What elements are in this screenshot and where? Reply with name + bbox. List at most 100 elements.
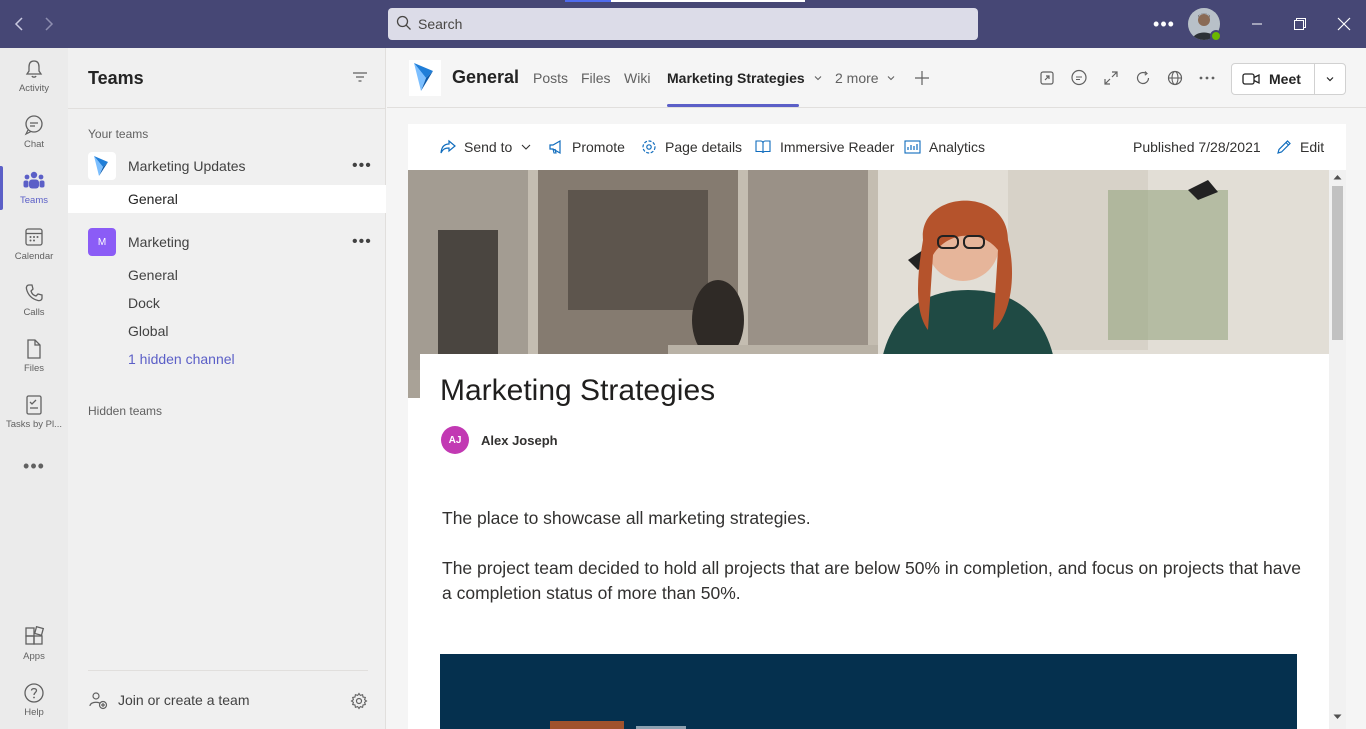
teams-panel: Teams Your teams Marketing Updates ••• G…: [68, 48, 386, 729]
join-label: Join or create a team: [118, 692, 250, 708]
rail-item-calls[interactable]: Calls: [0, 272, 68, 328]
channel-global[interactable]: Global: [68, 317, 386, 345]
search-box[interactable]: [388, 8, 978, 40]
author-name[interactable]: Alex Joseph: [481, 433, 558, 448]
banner-decoration: [550, 721, 624, 729]
scroll-up-arrow-icon[interactable]: [1333, 174, 1342, 180]
rail-label: Calls: [23, 307, 45, 318]
refresh-icon[interactable]: [1133, 68, 1153, 88]
tab-files[interactable]: Files: [581, 70, 611, 86]
file-icon: [27, 339, 41, 359]
analytics-button[interactable]: Analytics: [904, 138, 985, 156]
team-logo-icon: [88, 152, 116, 180]
channel-dock[interactable]: Dock: [68, 289, 386, 317]
analytics-chart-icon: [904, 140, 921, 154]
more-options-icon[interactable]: [1197, 68, 1217, 88]
rail-item-chat[interactable]: Chat: [0, 104, 68, 160]
close-icon[interactable]: [1332, 12, 1356, 36]
team-more-options[interactable]: •••: [352, 157, 372, 175]
your-teams-label: Your teams: [88, 127, 149, 141]
scrollbar-thumb[interactable]: [1332, 186, 1343, 340]
calendar-icon: [25, 228, 43, 246]
tab-marketing-strategies[interactable]: Marketing Strategies: [667, 70, 823, 86]
expand-icon[interactable]: [1101, 68, 1121, 88]
author-avatar[interactable]: AJ: [441, 426, 469, 454]
tab-wiki[interactable]: Wiki: [624, 70, 650, 86]
channel-general-selected[interactable]: General: [68, 185, 386, 213]
rail-item-tasks[interactable]: Tasks by Pl...: [0, 384, 68, 440]
hidden-teams-label[interactable]: Hidden teams: [88, 404, 162, 418]
channel-general[interactable]: General: [68, 261, 386, 289]
tab-posts[interactable]: Posts: [533, 70, 568, 86]
team-marketing[interactable]: M Marketing •••: [68, 226, 386, 258]
meet-button[interactable]: Meet: [1232, 64, 1315, 94]
rail-item-teams[interactable]: Teams: [0, 160, 68, 216]
search-icon: [396, 15, 418, 34]
scroll-down-arrow-icon[interactable]: [1333, 714, 1342, 720]
page-canvas: Send to Promote Page details Immersive R…: [408, 124, 1346, 729]
rail-item-help[interactable]: Help: [0, 672, 68, 728]
globe-icon[interactable]: [1165, 68, 1185, 88]
divider: [88, 670, 368, 671]
phone-icon: [25, 284, 43, 302]
more-apps-button[interactable]: •••: [0, 456, 68, 477]
megaphone-icon: [549, 139, 561, 155]
join-or-create-team-button[interactable]: Join or create a team: [88, 688, 368, 712]
cmd-label: Promote: [572, 139, 625, 155]
cmd-label: Page details: [665, 139, 743, 155]
add-tab-icon[interactable]: [914, 66, 930, 92]
rail-label: Teams: [20, 195, 48, 206]
edit-button[interactable]: Edit: [1276, 138, 1324, 156]
more-options-button[interactable]: •••: [1153, 12, 1175, 36]
rail-label: Help: [24, 707, 44, 718]
minimize-icon[interactable]: [1245, 12, 1269, 36]
forward-arrow-icon[interactable]: [36, 12, 60, 36]
cmd-label: Immersive Reader: [780, 139, 895, 155]
text-paragraph: The place to showcase all marketing stra…: [442, 508, 811, 528]
rail-label: Tasks by Pl...: [6, 419, 62, 430]
tab-label: Marketing Strategies: [667, 70, 805, 86]
title-bar: •••: [0, 0, 1366, 48]
hidden-channels-link[interactable]: 1 hidden channel: [68, 345, 386, 373]
help-icon: [24, 683, 44, 703]
gear-icon[interactable]: [350, 692, 368, 715]
send-to-button[interactable]: Send to: [440, 138, 540, 156]
maximize-icon[interactable]: [1288, 12, 1312, 36]
tab-more[interactable]: 2 more: [835, 70, 896, 86]
rail-item-activity[interactable]: Activity: [0, 48, 68, 104]
channel-name: Dock: [128, 295, 160, 311]
rail-item-calendar[interactable]: Calendar: [0, 216, 68, 272]
embedded-image-banner: [440, 654, 1297, 729]
search-input[interactable]: [418, 16, 918, 32]
promote-button[interactable]: Promote: [548, 138, 625, 156]
rail-label: Files: [23, 363, 45, 374]
teams-icon: [23, 171, 45, 189]
chevron-down-icon: [888, 76, 895, 81]
immersive-reader-icon: [755, 140, 771, 154]
page-details-button[interactable]: Page details: [641, 138, 742, 156]
channel-team-logo-icon: [409, 60, 441, 96]
filter-icon[interactable]: [352, 70, 368, 89]
meet-dropdown-button[interactable]: [1315, 64, 1345, 94]
immersive-reader-button[interactable]: Immersive Reader: [754, 138, 894, 156]
team-marketing-updates[interactable]: Marketing Updates •••: [68, 150, 386, 182]
settings-gear-icon: [642, 140, 656, 154]
text-paragraph: The project team decided to hold all pro…: [442, 558, 1301, 603]
page-scrollbar[interactable]: [1329, 170, 1346, 729]
chat-icon: [24, 115, 43, 136]
rail-item-apps[interactable]: Apps: [0, 616, 68, 672]
tasks-icon: [26, 395, 42, 415]
back-arrow-icon[interactable]: [8, 12, 32, 36]
chevron-down-icon: [1326, 77, 1334, 82]
video-camera-icon: [1242, 73, 1260, 85]
apps-icon: [25, 626, 45, 645]
conversation-icon[interactable]: [1069, 68, 1089, 88]
channel-header: General Posts Files Wiki Marketing Strat…: [387, 48, 1366, 108]
user-avatar[interactable]: [1188, 8, 1222, 42]
open-in-app-icon[interactable]: [1037, 68, 1057, 88]
team-more-options[interactable]: •••: [352, 233, 372, 251]
rail-item-files[interactable]: Files: [0, 328, 68, 384]
cmd-label: Analytics: [929, 139, 986, 155]
rail-label: Calendar: [14, 251, 54, 262]
page-title: Marketing Strategies: [440, 374, 716, 407]
